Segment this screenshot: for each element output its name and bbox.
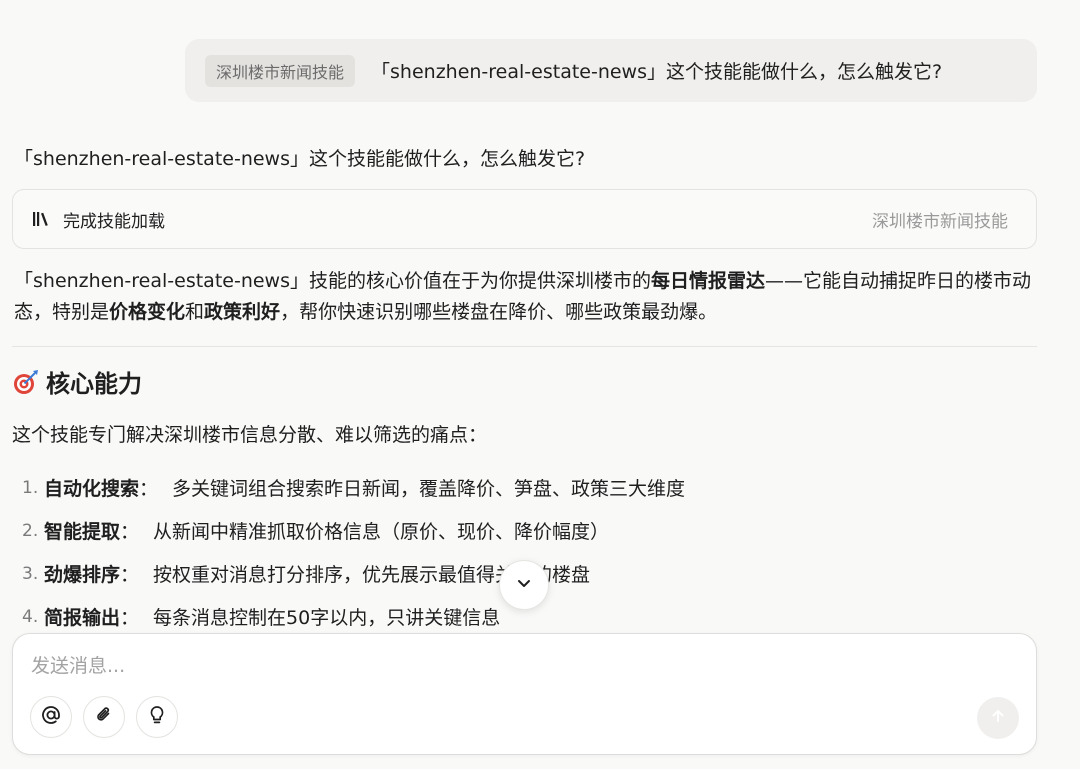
skill-load-card[interactable]: 完成技能加载 深圳楼市新闻技能 — [12, 189, 1037, 249]
target-icon — [12, 368, 40, 396]
section-intro: 这个技能专门解决深圳楼市信息分散、难以筛选的痛点： — [12, 424, 488, 446]
list-number: 4. — [22, 606, 39, 627]
user-message-bubble: 深圳楼市新闻技能 「shenzhen-real-estate-news」这个技能… — [185, 39, 1037, 102]
para-bold-2: 价格变化 — [109, 301, 186, 323]
para-text-4: ，帮你快速识别哪些楼盘在降价、哪些政策最劲爆。 — [280, 301, 718, 323]
lightbulb-icon — [146, 704, 168, 730]
assistant-paragraph: 「shenzhen-real-estate-news」技能的核心价值在于为你提供… — [14, 266, 1044, 328]
list-item-title: 自动化搜索 — [44, 478, 140, 500]
list-item-desc: 每条消息控制在50字以内，只讲关键信息 — [153, 607, 501, 629]
message-composer — [12, 633, 1037, 755]
skill-load-status: 完成技能加载 — [63, 211, 165, 232]
list-item-desc: 多关键词组合搜索昨日新闻，覆盖降价、笋盘、政策三大维度 — [172, 478, 686, 500]
list-item-separator: ： — [120, 607, 140, 629]
para-text-3: 和 — [185, 301, 205, 323]
idea-button[interactable] — [136, 696, 178, 738]
paperclip-icon — [93, 704, 115, 730]
chevron-down-icon — [515, 574, 533, 596]
para-text-1: 「shenzhen-real-estate-news」技能的核心价值在于为你提供… — [14, 270, 651, 292]
message-input[interactable] — [29, 654, 933, 678]
list-number: 2. — [22, 520, 39, 541]
attach-button[interactable] — [83, 696, 125, 738]
para-bold-1: 每日情报雷达 — [650, 270, 765, 292]
list-number: 3. — [22, 563, 39, 584]
list-item-title: 劲爆排序 — [44, 564, 121, 586]
capability-list: 1. 自动化搜索 ： 多关键词组合搜索昨日新闻，覆盖降价、笋盘、政策三大维度 2… — [22, 466, 685, 638]
list-item-separator: ： — [120, 564, 140, 586]
skill-load-name: 深圳楼市新闻技能 — [872, 211, 1008, 232]
list-item: 3. 劲爆排序 ： 按权重对消息打分排序，优先展示最值得关注的楼盘 — [22, 552, 685, 595]
list-item-separator: ： — [139, 478, 159, 500]
list-item: 4. 简报输出 ： 每条消息控制在50字以内，只讲关键信息 — [22, 595, 685, 638]
divider — [12, 346, 1037, 347]
section-title: 核心能力 — [46, 370, 142, 398]
list-item: 1. 自动化搜索 ： 多关键词组合搜索昨日新闻，覆盖降价、笋盘、政策三大维度 — [22, 466, 685, 509]
assistant-echo-text: 「shenzhen-real-estate-news」这个技能能做什么，怎么触发… — [14, 148, 586, 170]
list-item-title: 智能提取 — [44, 521, 121, 543]
list-item-separator: ： — [120, 521, 140, 543]
para-bold-3: 政策利好 — [204, 301, 281, 323]
section-heading: 核心能力 — [12, 364, 142, 399]
list-number: 1. — [22, 477, 39, 498]
library-books-icon — [31, 209, 51, 229]
list-item-desc: 从新闻中精准抓取价格信息（原价、现价、降价幅度） — [153, 521, 610, 543]
scroll-to-bottom-button[interactable] — [499, 560, 549, 610]
list-item: 2. 智能提取 ： 从新闻中精准抓取价格信息（原价、现价、降价幅度） — [22, 509, 685, 552]
at-sign-icon — [40, 704, 62, 730]
send-button[interactable] — [977, 697, 1019, 739]
skill-chip[interactable]: 深圳楼市新闻技能 — [205, 54, 356, 87]
arrow-up-icon — [989, 707, 1007, 729]
mention-button[interactable] — [30, 696, 72, 738]
user-message-text: 「shenzhen-real-estate-news」这个技能能做什么，怎么触发… — [371, 61, 943, 83]
list-item-title: 简报输出 — [44, 607, 121, 629]
